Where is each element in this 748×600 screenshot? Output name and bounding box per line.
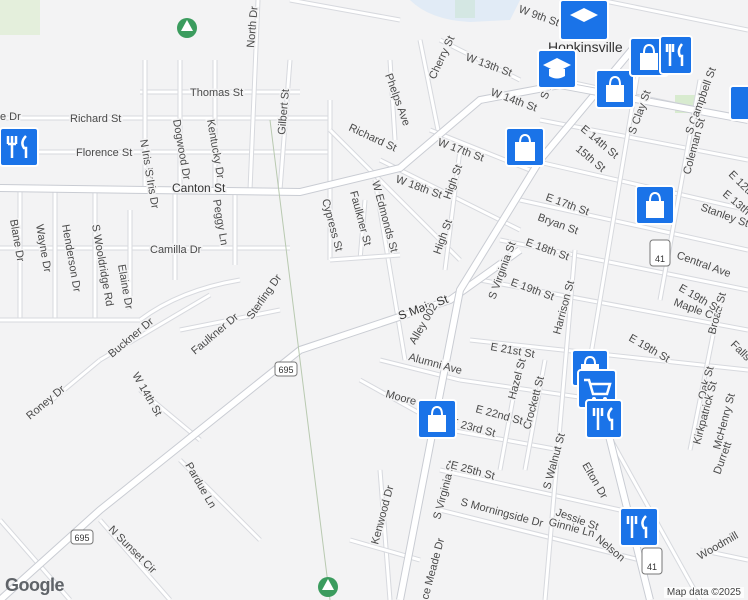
svg-text:41: 41 — [655, 254, 665, 264]
svg-text:Camilla Dr: Camilla Dr — [150, 244, 202, 256]
shopping-pin[interactable] — [505, 127, 545, 167]
restaurant-pin[interactable] — [659, 35, 693, 75]
svg-text:Crockett St: Crockett St — [521, 375, 547, 431]
svg-text:Pardue Ln: Pardue Ln — [182, 461, 218, 511]
svg-text:N Sunset Cir: N Sunset Cir — [106, 524, 159, 577]
svg-text:Harrison St: Harrison St — [551, 280, 577, 336]
route-shield: 695 — [274, 361, 298, 377]
svg-text:Phelps Ave: Phelps Ave — [382, 72, 412, 128]
restaurant-pin[interactable] — [0, 127, 39, 167]
svg-text:Kenwood Dr: Kenwood Dr — [369, 484, 396, 546]
education-pin[interactable] — [559, 0, 609, 41]
map-canvas[interactable]: Thomas St Richard St Florence St Canton … — [0, 0, 748, 600]
svg-text:Cypress St: Cypress St — [319, 198, 345, 253]
restaurant-pin[interactable] — [585, 399, 623, 439]
svg-text:Bryan St: Bryan St — [536, 212, 580, 238]
svg-text:E 17th St: E 17th St — [544, 192, 591, 219]
shopping-pin[interactable] — [595, 69, 635, 109]
route-shield: 695 — [70, 529, 94, 545]
svg-text:e Dr: e Dr — [0, 111, 21, 123]
shopping-pin[interactable] — [635, 185, 675, 225]
svg-text:Henderson Dr: Henderson Dr — [59, 223, 83, 293]
svg-text:Faulkner St: Faulkner St — [347, 190, 373, 247]
park-marker[interactable] — [318, 577, 338, 597]
restaurant-pin[interactable] — [619, 507, 659, 547]
park-area — [0, 0, 40, 35]
svg-text:Thomas St: Thomas St — [190, 87, 243, 99]
svg-text:Blane Dr: Blane Dr — [7, 218, 26, 263]
route-shield: 41 — [641, 547, 663, 575]
svg-text:Elton Dr: Elton Dr — [579, 461, 609, 502]
svg-text:Falls: Falls — [728, 339, 748, 364]
svg-text:41: 41 — [647, 562, 657, 572]
svg-text:Gilbert St: Gilbert St — [276, 89, 292, 136]
svg-text:695: 695 — [74, 533, 89, 543]
education-pin[interactable] — [537, 49, 577, 89]
google-logo: Google — [5, 575, 65, 595]
svg-text:ce Meade Dr: ce Meade Dr — [419, 537, 447, 600]
shopping-pin[interactable] — [417, 399, 457, 439]
route-shield: 41 — [649, 239, 671, 267]
svg-text:695: 695 — [278, 365, 293, 375]
svg-text:Cherry St: Cherry St — [427, 34, 458, 81]
svg-text:Richard St: Richard St — [347, 122, 399, 155]
svg-text:High St: High St — [442, 163, 466, 201]
svg-text:W 13th St: W 13th St — [464, 52, 513, 80]
restaurant-pin[interactable] — [729, 85, 748, 121]
svg-text:Faulkner Dr: Faulkner Dr — [189, 311, 241, 357]
water-area — [410, 0, 520, 22]
svg-text:Roney Dr: Roney Dr — [24, 383, 68, 422]
svg-text:S Walnut St: S Walnut St — [541, 432, 568, 491]
svg-text:E 18th St: E 18th St — [524, 237, 571, 264]
svg-text:W 14th St: W 14th St — [129, 371, 164, 419]
svg-text:E 19th St: E 19th St — [509, 277, 556, 304]
svg-text:Hazel St: Hazel St — [506, 358, 528, 401]
svg-text:W 9th St: W 9th St — [517, 4, 561, 30]
svg-text:Florence St: Florence St — [76, 147, 132, 159]
svg-text:Richard St: Richard St — [70, 113, 121, 125]
park-marker[interactable] — [177, 18, 197, 38]
map-attribution[interactable]: Map data ©2025 — [663, 587, 744, 598]
svg-text:Kentucky Dr: Kentucky Dr — [204, 118, 226, 179]
svg-text:Peggy Ln: Peggy Ln — [210, 198, 230, 246]
svg-text:Canton St: Canton St — [172, 181, 226, 195]
